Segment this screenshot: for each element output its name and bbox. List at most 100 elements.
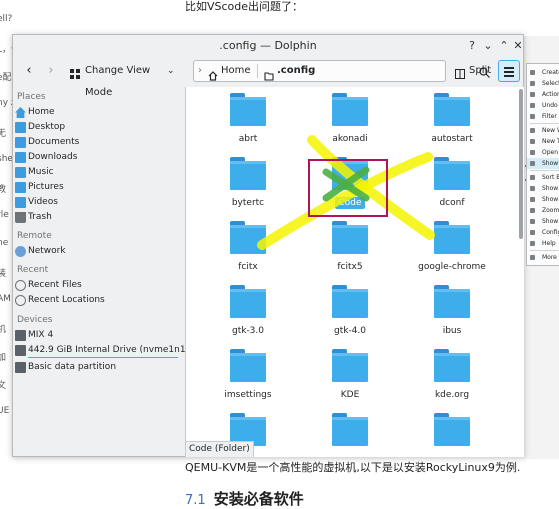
article-heading-text: 安装必备软件 [213,490,304,508]
folder-icon [332,93,368,126]
menu-item[interactable]: Sort B [527,172,559,183]
folder-icon [332,413,368,446]
menu-item[interactable]: Help [527,238,559,249]
folder-icon [434,93,470,126]
menu-separator [530,250,559,251]
folder-name: google-chrome [418,262,486,272]
sidebar-item-trash[interactable]: Trash [13,210,183,225]
menu-item-icon [530,241,535,246]
sidebar-item-documents[interactable]: Documents [13,135,183,150]
help-button[interactable]: ? [464,38,480,54]
recent-files-icon [15,280,26,291]
folder-item[interactable]: abrt [203,93,293,157]
sidebar-item-home[interactable]: Home [13,105,183,120]
devices-header: Devices [17,315,53,325]
folder-item[interactable]: KDE [305,349,395,413]
back-button[interactable]: ‹ [19,60,39,82]
folder-item[interactable]: autostart [407,93,497,157]
folder-item[interactable]: imsettings [203,349,293,413]
folder-item[interactable]: gtk-3.0 [203,285,293,349]
forward-button[interactable]: › [41,60,61,82]
folder-icon [332,157,368,190]
change-view-mode-button[interactable]: Change View Mode ⌄ [67,60,179,98]
folder-name: KDE [340,390,360,400]
scrollbar-thumb[interactable] [519,89,523,239]
menu-item[interactable]: Filter [527,111,559,122]
menu-item[interactable]: New T [527,136,559,147]
folder-item[interactable] [407,413,497,457]
breadcrumb-current[interactable]: .config [277,61,315,81]
menu-item-icon [530,230,535,235]
folder-icon [332,349,368,382]
folder-item[interactable]: Code [305,157,395,221]
menu-item[interactable]: Show [527,216,559,227]
folder-name: akonadi [332,134,368,144]
folder-name: fcitx5 [337,262,363,272]
folder-item[interactable]: ibus [407,285,497,349]
sidebar-item-basic-data-partition[interactable]: Basic data partition [13,360,183,375]
folder-item[interactable] [305,413,395,457]
sidebar-item-music[interactable]: Music [13,165,183,180]
sidebar-item-internal-drive[interactable]: 442.9 GiB Internal Drive (nvme1n1p... [13,343,200,360]
trash-icon [15,212,26,223]
folder-item[interactable]: fcitx5 [305,221,395,285]
folder-name: abrt [238,134,258,144]
folder-item[interactable]: dconf [407,157,497,221]
sidebar-item-pictures[interactable]: Pictures [13,180,183,195]
folder-item[interactable]: google-chrome [407,221,497,285]
menu-item[interactable]: Zoom [527,205,559,216]
menu-item[interactable]: More [527,252,559,263]
sidebar-item-desktop[interactable]: Desktop [13,120,183,135]
folder-icon [434,413,470,446]
menu-item-icon [530,70,535,75]
menu-item[interactable]: Select [527,78,559,89]
menu-item-icon [530,139,535,144]
folder-name: gtk-4.0 [333,326,366,336]
search-button[interactable] [476,60,492,82]
close-button[interactable]: ✕ [510,38,526,54]
article-left-fragment: 机 [0,325,7,335]
menu-item[interactable]: Open [527,147,559,158]
menu-item[interactable]: Action [527,89,559,100]
search-icon [479,65,490,78]
article-left-fragment: she [0,154,13,164]
location-bar[interactable]: › Home .config [193,60,446,82]
menu-item[interactable]: Show [527,158,559,169]
title-bar[interactable]: .config — Dolphin ? ⌄ ⌃ ✕ [13,35,523,57]
folder-item[interactable]: kde.org [407,349,497,413]
sidebar-item-recent-locations[interactable]: Recent Locations [13,293,183,308]
phone-icon [15,330,26,341]
sidebar-item-mix4[interactable]: MIX 4 [13,328,183,343]
article-heading-number: 7.1 [185,493,206,508]
folder-item[interactable]: akonadi [305,93,395,157]
menu-item[interactable]: Show [527,183,559,194]
menu-item[interactable]: Undo [527,100,559,111]
folder-item[interactable]: gtk-4.0 [305,285,395,349]
menu-item[interactable]: Config [527,227,559,238]
menu-item-icon [530,186,535,191]
drive-icon [15,345,26,356]
desktop-icon [15,122,26,133]
window-title: .config — Dolphin [219,39,317,52]
vertical-scrollbar[interactable] [518,87,524,457]
sidebar-item-network[interactable]: Network [13,244,183,259]
sidebar-item-downloads[interactable]: Downloads [13,150,183,165]
pictures-icon [15,182,26,193]
hamburger-menu-button[interactable] [498,60,520,82]
menu-item[interactable]: Show [527,194,559,205]
places-header: Places [17,92,46,102]
folder-icon [230,221,266,254]
sidebar-item-videos[interactable]: Videos [13,195,183,210]
folder-item[interactable]: bytertc [203,157,293,221]
file-view[interactable]: abrt akonadi autostart bytertc Code dconf fcit… [185,87,524,457]
menu-item[interactable]: New W [527,125,559,136]
breadcrumb-home[interactable]: Home [221,61,251,81]
sidebar-item-recent-files[interactable]: Recent Files [13,278,183,293]
minimize-button[interactable]: ⌄ [480,38,496,54]
folder-item[interactable]: fcitx [203,221,293,285]
folder-icon [230,285,266,318]
folder-icon [434,285,470,318]
recent-header: Recent [17,265,49,275]
menu-item[interactable]: Create [527,67,559,78]
folder-icon [434,221,470,254]
